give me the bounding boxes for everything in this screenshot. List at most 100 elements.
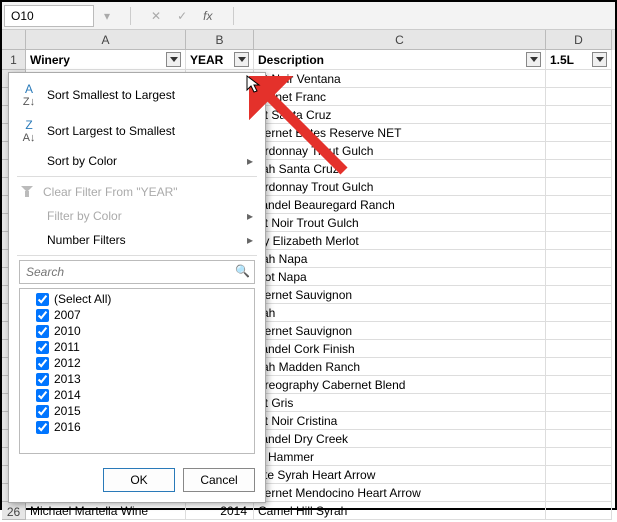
cell[interactable] — [546, 376, 612, 394]
cell-d1[interactable]: 1.5L — [546, 50, 612, 70]
filter-checkbox-item[interactable]: 2014 — [22, 387, 252, 403]
cell[interactable] — [546, 160, 612, 178]
menu-label: Filter by Color — [47, 209, 122, 223]
cell[interactable]: rah Madden Ranch — [254, 358, 546, 376]
cell[interactable] — [546, 358, 612, 376]
dropdown-triangle-icon — [596, 57, 604, 62]
cell[interactable]: bernet Sauvignon — [254, 286, 546, 304]
filter-button-1-5l[interactable] — [592, 52, 607, 67]
checkbox[interactable] — [36, 405, 49, 418]
number-filters[interactable]: Number Filters ▸ — [9, 228, 265, 252]
cell[interactable] — [546, 430, 612, 448]
col-header-b[interactable]: B — [186, 30, 254, 50]
cell[interactable]: ot Noir Cristina — [254, 412, 546, 430]
checkbox-label: 2012 — [54, 356, 81, 370]
filter-checkbox-item[interactable]: 2011 — [22, 339, 252, 355]
cell[interactable] — [546, 448, 612, 466]
checkbox-label: (Select All) — [54, 292, 111, 306]
select-all-corner[interactable] — [2, 30, 26, 50]
header-label: 1.5L — [550, 53, 574, 67]
dropdown-triangle-icon — [238, 57, 246, 62]
cell-c1[interactable]: Description — [254, 50, 546, 70]
autofilter-dropdown: AZ↓ Sort Smallest to Largest ZA↓ Sort La… — [8, 72, 266, 503]
checkbox-label: 2010 — [54, 324, 81, 338]
cell[interactable] — [546, 394, 612, 412]
cell[interactable]: tite Syrah Heart Arrow — [254, 466, 546, 484]
filter-checkbox-item[interactable]: 2007 — [22, 307, 252, 323]
filter-checkbox-item[interactable]: 2015 — [22, 403, 252, 419]
cell[interactable]: ot Gris — [254, 394, 546, 412]
cell[interactable]: bernet Sauvignon — [254, 322, 546, 340]
checkbox[interactable] — [36, 357, 49, 370]
checkbox[interactable] — [36, 421, 49, 434]
cell[interactable]: bernet Mendocino Heart Arrow — [254, 484, 546, 502]
cell[interactable]: Michael Martella Wine — [26, 502, 186, 520]
cell-b1[interactable]: YEAR — [186, 50, 254, 70]
cell[interactable] — [546, 304, 612, 322]
cell[interactable] — [546, 142, 612, 160]
filter-checkbox-item[interactable]: 2010 — [22, 323, 252, 339]
cancel-button[interactable]: Cancel — [183, 468, 255, 492]
cell[interactable]: rah Napa — [254, 250, 546, 268]
sort-ascending[interactable]: AZ↓ Sort Smallest to Largest — [9, 77, 265, 113]
cell[interactable]: oreography Cabernet Blend — [254, 376, 546, 394]
cell[interactable] — [546, 178, 612, 196]
menu-label: Number Filters — [47, 233, 126, 247]
cell[interactable] — [546, 286, 612, 304]
search-input[interactable] — [19, 260, 255, 284]
cell[interactable] — [546, 484, 612, 502]
cell[interactable]: 2014 — [186, 502, 254, 520]
checkbox[interactable] — [36, 341, 49, 354]
checkbox[interactable] — [36, 293, 49, 306]
filter-checkbox-item[interactable]: 2012 — [22, 355, 252, 371]
filter-button-winery[interactable] — [166, 52, 181, 67]
cell-a1[interactable]: Winery — [26, 50, 186, 70]
filter-button-description[interactable] — [526, 52, 541, 67]
fx-icon[interactable]: fx — [197, 9, 218, 23]
filter-by-color: Filter by Color ▸ — [9, 204, 265, 228]
cell[interactable] — [546, 196, 612, 214]
filter-checkbox-item[interactable]: 2016 — [22, 419, 252, 435]
filter-button-year[interactable] — [234, 52, 249, 67]
filter-checkbox-item[interactable]: (Select All) — [22, 291, 252, 307]
name-box-dropdown-icon[interactable]: ▾ — [98, 9, 116, 23]
cell[interactable] — [546, 106, 612, 124]
cell[interactable] — [546, 466, 612, 484]
sort-by-color[interactable]: Sort by Color ▸ — [9, 149, 265, 173]
checkbox[interactable] — [36, 389, 49, 402]
checkbox[interactable] — [36, 309, 49, 322]
cell[interactable] — [546, 502, 612, 520]
cell[interactable] — [546, 124, 612, 142]
name-box[interactable]: O10 — [4, 5, 94, 27]
cell[interactable] — [546, 88, 612, 106]
sort-descending[interactable]: ZA↓ Sort Largest to Smallest — [9, 113, 265, 149]
ok-button[interactable]: OK — [103, 468, 175, 492]
cell[interactable] — [546, 232, 612, 250]
cell[interactable] — [546, 250, 612, 268]
filter-checklist[interactable]: (Select All)2007201020112012201320142015… — [19, 288, 255, 454]
cell[interactable]: fandel Dry Creek — [254, 430, 546, 448]
cell[interactable] — [546, 70, 612, 88]
cell[interactable]: rah — [254, 304, 546, 322]
cell[interactable] — [546, 214, 612, 232]
cell[interactable]: ily Elizabeth Merlot — [254, 232, 546, 250]
cell[interactable]: fandel Cork Finish — [254, 340, 546, 358]
cell[interactable]: rlot Napa — [254, 268, 546, 286]
checkbox-label: 2014 — [54, 388, 81, 402]
cell[interactable] — [546, 322, 612, 340]
filter-checkbox-item[interactable]: 2013 — [22, 371, 252, 387]
col-header-a[interactable]: A — [26, 30, 186, 50]
row-header-1[interactable]: 1 — [2, 50, 26, 70]
col-header-d[interactable]: D — [546, 30, 612, 50]
col-header-c[interactable]: C — [254, 30, 546, 50]
cell[interactable] — [546, 412, 612, 430]
cell[interactable]: Camel Hill Syrah — [254, 502, 546, 520]
checkbox[interactable] — [36, 325, 49, 338]
cell[interactable] — [546, 340, 612, 358]
row-header-26[interactable]: 26 — [2, 502, 26, 520]
cell[interactable] — [546, 268, 612, 286]
cell[interactable]: fandel Beauregard Ranch — [254, 196, 546, 214]
cell[interactable]: ot Noir Trout Gulch — [254, 214, 546, 232]
checkbox[interactable] — [36, 373, 49, 386]
cell[interactable]: h Hammer — [254, 448, 546, 466]
